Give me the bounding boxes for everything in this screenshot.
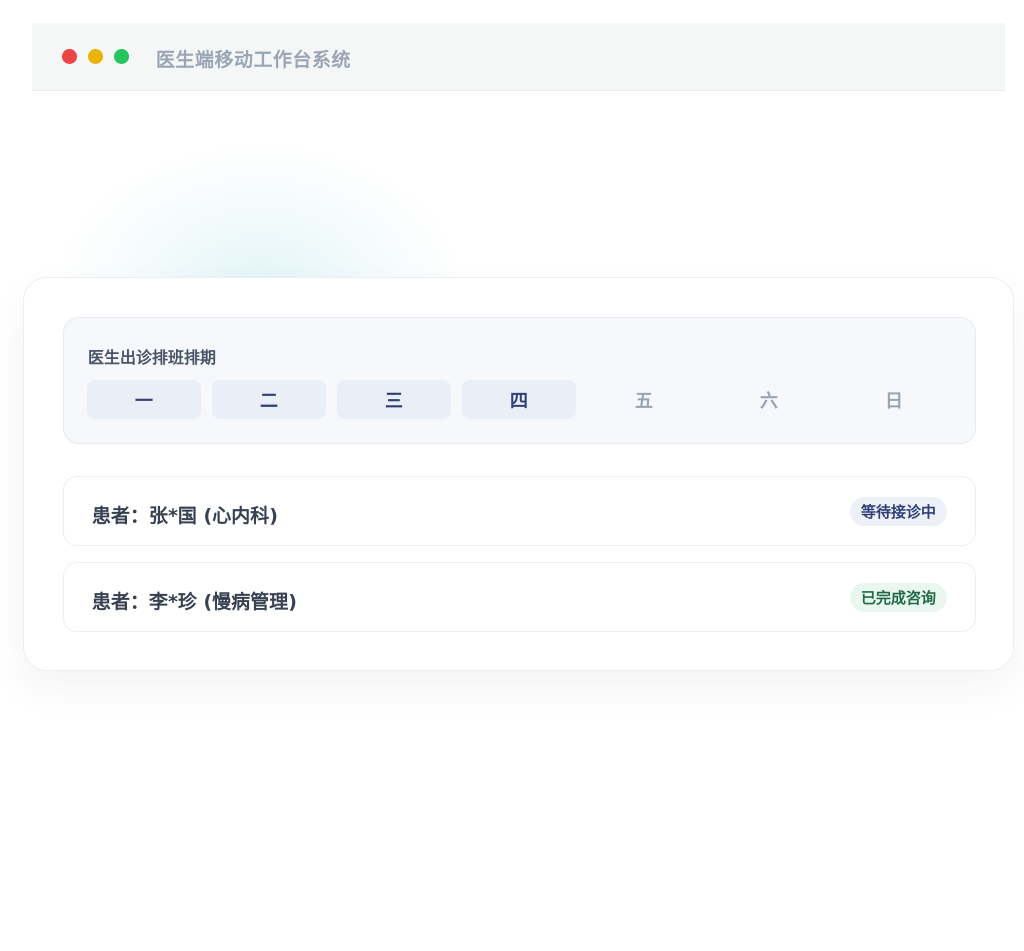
patient-name: 患者：张*国 (心内科) bbox=[92, 505, 278, 527]
schedule-panel: 医生出诊排班排期 一 二 三 四 五 六 日 bbox=[63, 317, 976, 444]
day-button-tue[interactable]: 二 bbox=[212, 380, 326, 419]
main-card: 医生出诊排班排期 一 二 三 四 五 六 日 患者：张*国 (心内科) 等待接诊… bbox=[23, 277, 1014, 671]
minimize-window-icon[interactable] bbox=[88, 49, 103, 64]
window-title-bar: 医生端移动工作台系统 bbox=[32, 23, 1005, 91]
status-badge: 已完成咨询 bbox=[849, 583, 947, 612]
day-button-mon[interactable]: 一 bbox=[87, 380, 201, 419]
close-window-icon[interactable] bbox=[62, 49, 77, 64]
day-button-sun[interactable]: 日 bbox=[837, 380, 951, 419]
patient-row[interactable]: 患者：张*国 (心内科) 等待接诊中 bbox=[63, 476, 976, 546]
maximize-window-icon[interactable] bbox=[114, 49, 129, 64]
day-button-fri[interactable]: 五 bbox=[587, 380, 701, 419]
patient-name: 患者：李*珍 (慢病管理) bbox=[92, 591, 297, 613]
day-button-wed[interactable]: 三 bbox=[337, 380, 451, 419]
patient-row[interactable]: 患者：李*珍 (慢病管理) 已完成咨询 bbox=[63, 562, 976, 632]
day-button-sat[interactable]: 六 bbox=[712, 380, 826, 419]
window-title: 医生端移动工作台系统 bbox=[156, 49, 352, 71]
page: 医生端移动工作台系统 医生出诊排班排期 一 二 三 四 五 六 日 患者：张*国… bbox=[0, 0, 1024, 951]
weekday-selector: 一 二 三 四 五 六 日 bbox=[87, 380, 951, 419]
day-button-thu[interactable]: 四 bbox=[462, 380, 576, 419]
status-badge: 等待接诊中 bbox=[849, 497, 947, 526]
schedule-title: 医生出诊排班排期 bbox=[88, 348, 217, 367]
